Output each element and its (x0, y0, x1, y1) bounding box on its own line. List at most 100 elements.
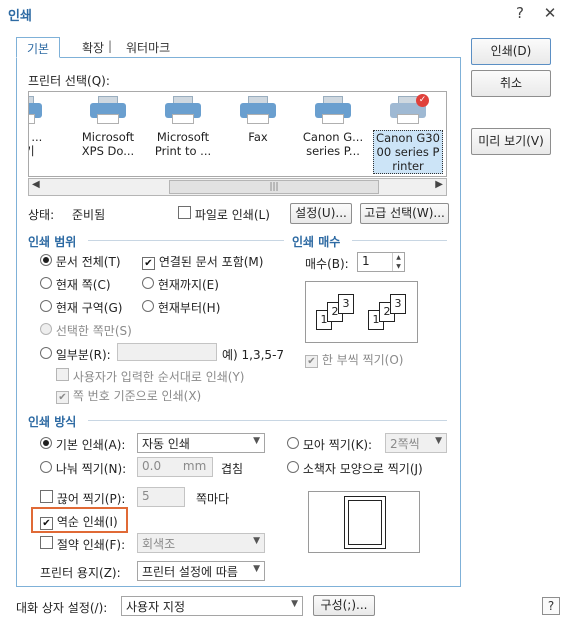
copies-input[interactable]: 1 ▲ ▼ (357, 252, 405, 272)
range-selected-radio[interactable]: 선택한 쪽만(S) (40, 322, 132, 339)
printer-item[interactable]: Fax (223, 96, 293, 144)
printer-name: series P... (306, 144, 360, 158)
close-icon[interactable]: ✕ (540, 4, 560, 22)
cut-value: 5 (142, 489, 150, 503)
advanced-button[interactable]: 고급 선택(W)... (360, 203, 449, 224)
printer-icon (314, 96, 352, 126)
dropdown-arrow-icon: ▼ (253, 436, 260, 446)
nup-radio[interactable]: 모아 찍기(K): (287, 436, 372, 453)
range-partial-radio[interactable]: 일부분(R): (40, 346, 111, 363)
window-title: 인쇄 (8, 9, 32, 24)
checkbox-icon[interactable] (56, 368, 69, 381)
printer-item[interactable]: Jote ...내기 (29, 96, 59, 158)
radio-icon[interactable] (40, 323, 52, 335)
scroll-left-icon[interactable]: ◀ (32, 179, 40, 190)
user-order-checkbox[interactable]: 사용자가 입력한 순서대로 인쇄(Y) (56, 368, 245, 385)
dialog-settings-label: 대화 상자 설정(/): (16, 601, 108, 615)
printer-name: Canon G... (302, 130, 364, 144)
printer-item[interactable]: Microsoft Print to ... (148, 96, 218, 158)
reverse-print-checkbox[interactable]: ✔ 역순 인쇄(I) (40, 513, 118, 530)
cancel-button[interactable]: 취소 (471, 70, 551, 97)
paper-select[interactable]: 프린터 설정에 따름 ▼ (137, 561, 265, 581)
preview-button[interactable]: 미리 보기(V) (471, 128, 551, 155)
partial-range-input[interactable] (117, 343, 217, 361)
scroll-thumb[interactable]: ||| (169, 180, 379, 194)
split-input[interactable]: 0.0 mm (137, 457, 213, 477)
booklet-radio[interactable]: 소책자 모양으로 찍기(J) (287, 460, 423, 477)
radio-icon[interactable] (40, 437, 52, 449)
radio-icon[interactable] (287, 461, 299, 473)
print-button[interactable]: 인쇄(D) (471, 38, 551, 65)
dropdown-arrow-icon: ▼ (253, 564, 260, 574)
saving-print-checkbox[interactable]: 절약 인쇄(F): (40, 536, 125, 553)
radio-icon[interactable] (142, 300, 154, 312)
printer-name: Jote ... (29, 130, 43, 144)
radio-icon[interactable] (40, 300, 52, 312)
printer-icon (29, 96, 43, 126)
tab-separator: | (108, 39, 113, 53)
tab-watermark[interactable]: 워터마크 (116, 37, 180, 58)
printer-list-scrollbar[interactable]: ◀ ||| ▶ (28, 178, 447, 196)
printer-name: XPS Do... (81, 144, 135, 158)
range-section-label: 현재 구역(G) (55, 301, 123, 315)
radio-icon[interactable] (40, 254, 52, 266)
basic-print-radio[interactable]: 기본 인쇄(A): (40, 436, 125, 453)
split-unit: mm (182, 459, 207, 473)
checkbox-icon[interactable]: ✔ (142, 257, 155, 270)
linked-docs-label: 연결된 문서 포함(M) (158, 255, 264, 269)
help-icon[interactable]: ? (510, 4, 530, 22)
checkbox-icon[interactable] (178, 206, 191, 219)
print-to-file-checkbox[interactable]: 파일로 인쇄(L) (178, 206, 270, 223)
printer-name: 00 series P (376, 145, 440, 159)
range-partial-label: 일부분(R): (55, 348, 111, 362)
dialog-settings-select[interactable]: 사용자 지정 ▼ (121, 596, 303, 616)
default-printer-icon: ✓ (389, 94, 429, 126)
radio-icon[interactable] (40, 347, 52, 359)
cut-print-checkbox[interactable]: 끊어 찍기(P): (40, 490, 125, 507)
tab-basic[interactable]: 기본 (16, 37, 61, 58)
saving-select[interactable]: 회색조 ▼ (137, 533, 265, 553)
radio-icon[interactable] (142, 277, 154, 289)
range-section-radio[interactable]: 현재 구역(G) (40, 299, 122, 316)
range-from-current-radio[interactable]: 현재부터(H) (142, 299, 220, 316)
nup-select[interactable]: 2쪽씩 ▼ (385, 433, 447, 453)
checkbox-icon[interactable] (40, 536, 53, 549)
nup-label: 모아 찍기(K): (302, 438, 373, 452)
printer-item[interactable]: Canon G... series P... (298, 96, 368, 158)
checkbox-icon[interactable]: ✔ (56, 391, 69, 404)
linked-docs-checkbox[interactable]: ✔ 연결된 문서 포함(M) (142, 253, 263, 270)
page-order-checkbox[interactable]: ✔ 쪽 번호 기준으로 인쇄(X) (56, 387, 201, 404)
help-button[interactable]: ? (542, 597, 560, 615)
basic-print-select[interactable]: 자동 인쇄 ▼ (137, 433, 265, 453)
radio-icon[interactable] (287, 437, 299, 449)
page-preview (308, 491, 420, 553)
range-current-radio[interactable]: 현재 쪽(C) (40, 276, 111, 293)
radio-icon[interactable] (40, 277, 52, 289)
cut-print-label: 끊어 찍기(P): (56, 492, 126, 506)
range-all-radio[interactable]: 문서 전체(T) (40, 253, 121, 270)
settings-button[interactable]: 설정(U)... (290, 203, 352, 224)
printer-list[interactable]: Jote ...내기 MicrosoftXPS Do... MicrosoftP… (28, 91, 447, 177)
printer-name: Fax (248, 130, 268, 144)
split-print-label: 나눠 찍기(N): (55, 462, 127, 476)
user-order-label: 사용자가 입력한 순서대로 인쇄(Y) (72, 370, 245, 384)
status-label: 상태: (28, 208, 55, 222)
checkbox-icon[interactable]: ✔ (40, 517, 53, 530)
range-to-current-radio[interactable]: 현재까지(E) (142, 276, 219, 293)
range-current-label: 현재 쪽(C) (55, 278, 111, 292)
spinner-icon[interactable]: ▲ ▼ (392, 253, 404, 271)
config-button[interactable]: 구성(;)... (313, 595, 375, 616)
scroll-right-icon[interactable]: ▶ (435, 179, 443, 190)
collate-checkbox[interactable]: ✔ 한 부씩 찍기(O) (305, 351, 403, 368)
split-print-radio[interactable]: 나눠 찍기(N): (40, 460, 126, 477)
cut-input[interactable]: 5 (137, 487, 185, 507)
printer-item-selected[interactable]: ✓ Canon G30 00 series Printer (373, 94, 443, 174)
checkbox-icon[interactable]: ✔ (305, 355, 318, 368)
printer-item[interactable]: Microsoft XPS Do... (73, 96, 143, 158)
checkbox-icon[interactable] (40, 490, 53, 503)
range-selected-label: 선택한 쪽만(S) (55, 324, 132, 338)
radio-icon[interactable] (40, 461, 52, 473)
saving-print-label: 절약 인쇄(F): (56, 538, 126, 552)
printer-name: rinter (392, 159, 424, 173)
printer-name: Microsoft (156, 130, 210, 144)
